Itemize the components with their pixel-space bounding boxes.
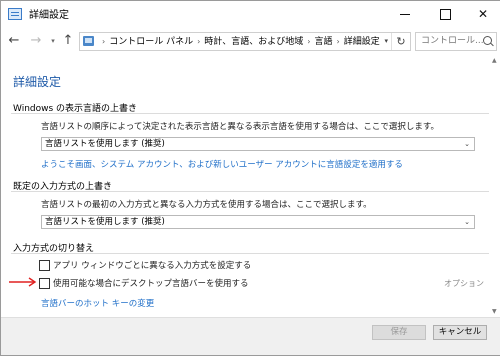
navigation-bar: ← → ▾ ↑ › コントロール パネル › 時計、言語、および地域 › 言語 › 詳細設定 … — [1, 29, 500, 55]
breadcrumb-separator-icon[interactable]: › — [337, 33, 340, 50]
scroll-up-icon[interactable]: ▲ — [492, 57, 497, 64]
section-divider — [11, 253, 489, 254]
maximize-icon — [439, 9, 451, 20]
input-method-select[interactable]: 言語リストを使用します (推奨) ⌄ — [41, 215, 475, 229]
scroll-down-icon[interactable]: ▼ — [492, 308, 497, 315]
close-button[interactable]: ✕ — [463, 1, 500, 29]
window: 詳細設定 ✕ ← → ▾ ↑ › コントロール パネル › 時計、言語、および地域 › 言… — [0, 0, 500, 356]
section-divider — [11, 191, 489, 192]
maximize-button[interactable] — [425, 1, 465, 29]
up-button[interactable]: ↑ — [61, 32, 75, 50]
chevron-down-icon: ⌄ — [464, 218, 470, 226]
search-input[interactable]: コントロール... — [415, 32, 497, 51]
display-language-description: 言語リストの順序によって決定された表示言語と異なる表示言語を使用する場合は、ここ… — [41, 122, 439, 132]
control-panel-icon — [83, 36, 94, 46]
address-bar[interactable]: › コントロール パネル › 時計、言語、および地域 › 言語 › 詳細設定 ▾ ↻ — [79, 32, 411, 51]
title-bar: 詳細設定 ✕ — [1, 1, 500, 29]
breadcrumb-item-control-panel[interactable]: コントロール パネル — [109, 34, 193, 51]
page-title: 詳細設定 — [13, 75, 62, 89]
save-button[interactable]: 保存 — [372, 325, 426, 340]
back-button[interactable]: ← — [7, 32, 21, 50]
language-bar-options-link[interactable]: オプション — [444, 278, 484, 289]
breadcrumb: › コントロール パネル › 時計、言語、および地域 › 言語 › 詳細設定 — [98, 33, 380, 50]
forward-button[interactable]: → — [29, 32, 43, 50]
window-title: 詳細設定 — [29, 10, 69, 21]
minimize-icon — [400, 14, 410, 15]
breadcrumb-item-language[interactable]: 言語 — [315, 34, 333, 51]
breadcrumb-item-clock-language-region[interactable]: 時計、言語、および地域 — [204, 34, 303, 51]
display-language-select-value: 言語リストを使用します (推奨) — [45, 139, 165, 149]
address-dropdown-icon[interactable]: ▾ — [384, 37, 388, 45]
main-content: 詳細設定 Windows の表示言語の上書き 言語リストの順序によって決定された… — [1, 55, 500, 317]
cancel-button[interactable]: キャンセル — [433, 325, 487, 340]
input-method-select-value: 言語リストを使用します (推奨) — [45, 217, 165, 227]
vertical-scrollbar[interactable]: ▲ ▼ — [491, 55, 500, 317]
control-panel-icon — [8, 8, 22, 20]
refresh-button[interactable]: ↻ — [391, 33, 410, 50]
chevron-down-icon: ⌄ — [464, 140, 470, 148]
breadcrumb-separator-icon[interactable]: › — [197, 33, 200, 50]
annotation-arrow-icon — [9, 277, 37, 287]
display-language-select[interactable]: 言語リストを使用します (推奨) ⌄ — [41, 137, 475, 151]
footer-bar: 保存 キャンセル — [1, 317, 500, 355]
section-divider — [11, 113, 489, 114]
search-placeholder: コントロール... — [421, 36, 484, 46]
recent-locations-button[interactable]: ▾ — [49, 32, 57, 50]
per-app-input-method-checkbox[interactable] — [39, 260, 50, 271]
language-bar-hotkey-link[interactable]: 言語バーのホット キーの変更 — [41, 297, 154, 309]
breadcrumb-item-advanced-settings[interactable]: 詳細設定 — [344, 34, 380, 51]
desktop-language-bar-checkbox[interactable] — [39, 278, 50, 289]
breadcrumb-separator-icon[interactable]: › — [102, 33, 105, 50]
breadcrumb-separator-icon[interactable]: › — [307, 33, 310, 50]
per-app-input-method-label[interactable]: アプリ ウィンドウごとに異なる入力方式を設定する — [53, 259, 251, 271]
apply-language-settings-link[interactable]: ようこそ画面、システム アカウント、および新しいユーザー アカウントに言語設定を… — [41, 158, 403, 170]
search-icon[interactable] — [483, 36, 492, 45]
desktop-language-bar-label[interactable]: 使用可能な場合にデスクトップ言語バーを使用する — [53, 277, 249, 289]
input-method-description: 言語リストの最初の入力方式と異なる入力方式を使用する場合は、ここで選択します。 — [41, 200, 372, 210]
minimize-button[interactable] — [385, 1, 425, 29]
